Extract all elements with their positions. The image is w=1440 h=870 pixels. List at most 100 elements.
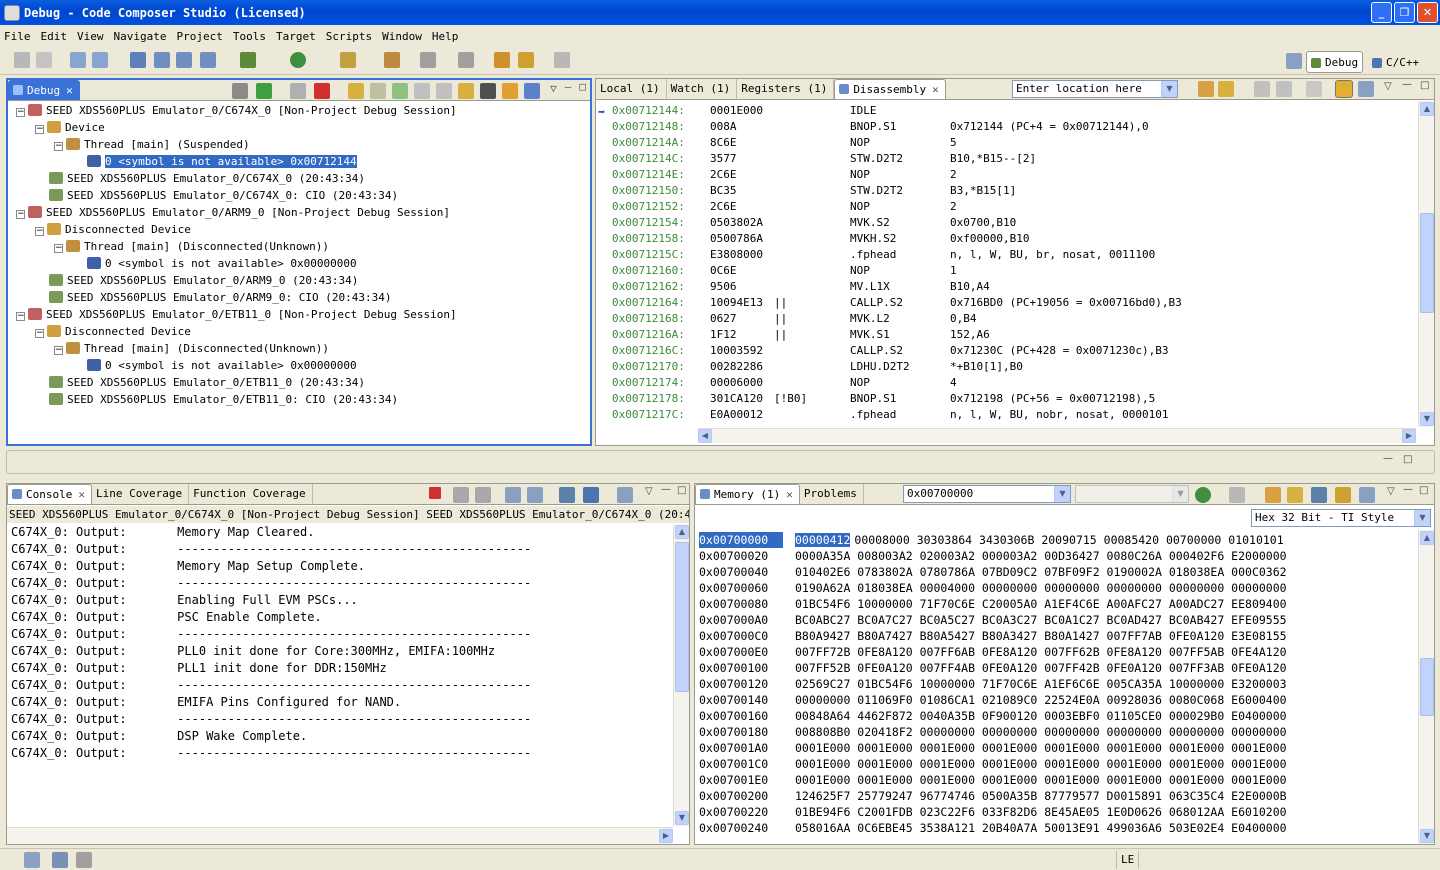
collapse-icon[interactable]: − (54, 346, 63, 355)
remove-terminated-icon[interactable] (232, 83, 249, 99)
pin-icon[interactable] (384, 52, 400, 68)
last-edit-icon[interactable] (494, 52, 510, 68)
cpp-perspective-button[interactable]: C/C++ (1368, 51, 1423, 73)
console-hscrollbar[interactable]: ▶ (7, 827, 673, 844)
chevron-down-icon[interactable]: ▼ (675, 811, 689, 825)
menu-scripts[interactable]: Scripts (326, 30, 372, 43)
close-icon[interactable]: ✕ (932, 83, 939, 96)
run-icon[interactable] (290, 52, 306, 68)
forward-icon[interactable] (554, 52, 570, 68)
tree-node[interactable]: − Disconnected Device (35, 324, 191, 340)
tree-node[interactable]: 0 <symbol is not available> 0x00712144 (73, 154, 358, 170)
chevron-down-icon[interactable]: ▼ (1172, 486, 1188, 502)
scroll-thumb[interactable] (675, 542, 689, 692)
collapse-icon[interactable]: − (54, 142, 63, 151)
memory-format-select[interactable]: Hex 32 Bit - TI Style ▼ (1251, 509, 1431, 527)
tab-function-coverage[interactable]: Function Coverage (189, 484, 313, 504)
tab-registers-1[interactable]: Registers (1) (737, 79, 835, 99)
step-into-disasm-icon[interactable] (1254, 81, 1270, 97)
collapse-all-icon[interactable] (524, 83, 541, 99)
chevron-down-icon[interactable]: ▼ (1054, 486, 1070, 502)
maximize-view-icon[interactable]: □ (1420, 80, 1429, 91)
menu-navigate[interactable]: Navigate (114, 30, 167, 43)
memory-selected-cell[interactable]: 00000412 (795, 533, 851, 547)
debug-perspective-button[interactable]: Debug (1306, 51, 1364, 73)
save-icon[interactable] (14, 52, 30, 68)
sync-memory-icon[interactable] (1287, 487, 1303, 503)
memory-address-input[interactable]: 0x00700000 ▼ (903, 485, 1071, 503)
debug-icon[interactable] (240, 52, 256, 68)
tree-node[interactable]: 0 <symbol is not available> 0x00000000 (73, 358, 357, 374)
tree-node[interactable]: − Thread [main] (Disconnected(Unknown)) (54, 239, 329, 255)
open-console-icon[interactable] (617, 487, 633, 503)
show-source-icon[interactable] (1306, 81, 1322, 97)
close-button[interactable]: ✕ (1417, 2, 1438, 23)
step-over-icon[interactable] (370, 83, 387, 99)
debug-session-icon[interactable] (130, 52, 146, 68)
target-config-icon[interactable] (92, 52, 108, 68)
tab-debug[interactable]: Debug ✕ (8, 80, 80, 100)
maximize-view-icon[interactable]: □ (1419, 485, 1428, 496)
collapse-icon[interactable]: − (35, 125, 44, 134)
terminate-console-icon[interactable] (429, 487, 441, 499)
tree-node[interactable]: 0 <symbol is not available> 0x00000000 (73, 256, 357, 272)
search-icon[interactable] (340, 52, 356, 68)
collapse-icon[interactable]: − (16, 210, 25, 219)
view-menu-icon[interactable]: ▽ (1387, 486, 1395, 497)
tree-node[interactable]: − SEED XDS560PLUS Emulator_0/ETB11_0 [Non… (16, 307, 457, 323)
resume-icon[interactable] (256, 83, 273, 99)
view-menu-icon[interactable]: ▽ (645, 486, 653, 497)
pin-console-icon[interactable] (559, 487, 575, 503)
menu-window[interactable]: Window (382, 30, 422, 43)
tab-disassembly[interactable]: Disassembly ✕ (834, 79, 946, 99)
remove-launch-icon[interactable] (453, 487, 469, 503)
scroll-thumb[interactable] (1420, 658, 1434, 716)
close-icon[interactable]: ✕ (786, 488, 793, 501)
minimize-view-icon[interactable]: — (565, 80, 572, 100)
tab-local-1[interactable]: Local (1) (596, 79, 667, 99)
menu-help[interactable]: Help (432, 30, 459, 43)
maximize-view-icon[interactable]: □ (677, 485, 686, 496)
tree-node[interactable]: − Disconnected Device (35, 222, 191, 238)
tree-node[interactable]: − Thread [main] (Suspended) (54, 137, 250, 153)
link-with-pc-icon[interactable] (1335, 80, 1353, 98)
menu-tools[interactable]: Tools (233, 30, 266, 43)
menu-file[interactable]: File (4, 30, 31, 43)
disasm-settings-icon[interactable] (1358, 81, 1374, 97)
tree-node[interactable]: − Device (35, 120, 105, 136)
collapse-icon[interactable]: − (54, 244, 63, 253)
remove-all-icon[interactable] (475, 487, 491, 503)
new-target-icon[interactable] (70, 52, 86, 68)
chevron-left-icon[interactable]: ◀ (698, 429, 712, 443)
chevron-down-icon[interactable]: ▼ (1420, 829, 1434, 843)
memory-page-select[interactable]: ▼ (1075, 485, 1189, 503)
refresh-icon[interactable] (1198, 81, 1214, 97)
chevron-up-icon[interactable]: ▲ (675, 525, 689, 539)
menu-project[interactable]: Project (176, 30, 222, 43)
chevron-up-icon[interactable]: ▲ (1420, 102, 1434, 116)
next-annotation-icon[interactable] (458, 52, 474, 68)
tab-problems[interactable]: Problems (800, 484, 864, 504)
task-icon[interactable] (76, 852, 92, 868)
pin-memory-icon[interactable] (1311, 487, 1327, 503)
remove-memory-icon[interactable] (1229, 487, 1245, 503)
collapse-icon[interactable]: − (35, 329, 44, 338)
lock-icon[interactable] (1335, 487, 1351, 503)
assembly-step-icon[interactable] (414, 83, 431, 99)
maximize-view-icon[interactable]: □ (1403, 454, 1412, 465)
clear-console-icon[interactable] (505, 487, 521, 503)
tree-node[interactable]: SEED XDS560PLUS Emulator_0/ETB11_0 (20:4… (35, 375, 365, 391)
tree-node[interactable]: SEED XDS560PLUS Emulator_0/ARM9_0 (20:43… (35, 273, 358, 289)
tree-node[interactable]: SEED XDS560PLUS Emulator_0/ETB11_0: CIO … (35, 392, 398, 408)
scroll-thumb[interactable] (1420, 213, 1434, 313)
tab-watch-1[interactable]: Watch (1) (667, 79, 738, 99)
new-memory-icon[interactable] (1195, 487, 1211, 503)
reload-program-icon[interactable] (176, 52, 192, 68)
back-icon[interactable] (518, 52, 534, 68)
tree-node[interactable]: SEED XDS560PLUS Emulator_0/ARM9_0: CIO (… (35, 290, 392, 306)
restart-icon[interactable] (200, 52, 216, 68)
menu-view[interactable]: View (77, 30, 104, 43)
open-perspective-icon[interactable] (1286, 53, 1302, 69)
tab-memory-1[interactable]: Memory (1) ✕ (695, 484, 800, 504)
disassembly-hscrollbar[interactable]: ◀ ▶ (698, 428, 1416, 443)
